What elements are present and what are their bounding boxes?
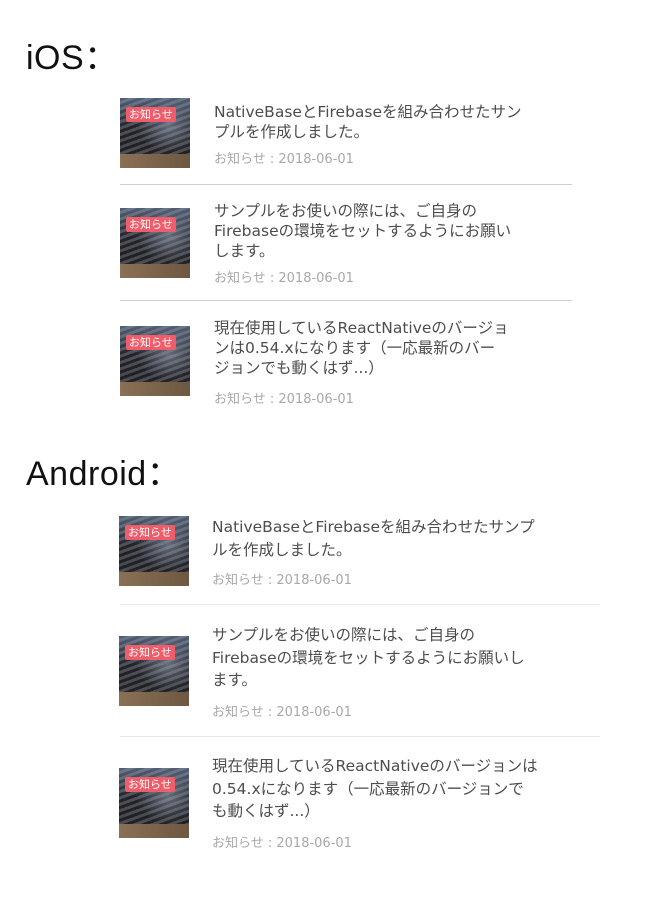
divider — [120, 604, 600, 605]
news-meta: お知らせ : 2018-06-01 — [212, 573, 352, 588]
news-thumbnail: お知らせ — [119, 516, 189, 586]
notice-badge: お知らせ — [125, 777, 175, 792]
news-thumbnail: お知らせ — [120, 208, 190, 278]
news-title: NativeBaseとFirebaseを組み合わせたサン プルを作成しました。 — [214, 103, 522, 141]
ios-section-heading: iOS： — [26, 39, 119, 77]
news-thumbnail: お知らせ — [120, 98, 190, 168]
news-meta: お知らせ : 2018-06-01 — [212, 836, 352, 851]
news-title: サンプルをお使いの際には、ご自身の Firebaseの環境をセットするようにお願… — [214, 202, 512, 260]
news-meta: お知らせ : 2018-06-01 — [214, 152, 354, 167]
news-meta: お知らせ : 2018-06-01 — [212, 705, 352, 720]
news-thumbnail: お知らせ — [119, 768, 189, 838]
news-title: 現在使用しているReactNativeのバージョ ンは0.54.xになります（一… — [214, 319, 509, 377]
news-meta: お知らせ : 2018-06-01 — [214, 271, 354, 286]
divider — [120, 300, 572, 301]
news-thumbnail: お知らせ — [119, 636, 189, 706]
divider — [120, 736, 600, 737]
notice-badge: お知らせ — [125, 645, 175, 660]
news-title: 現在使用しているReactNativeのバージョンは 0.54.xになります（一… — [212, 757, 538, 820]
notice-badge: お知らせ — [125, 525, 175, 540]
notice-badge: お知らせ — [126, 335, 176, 350]
notice-badge: お知らせ — [126, 217, 176, 232]
news-meta: お知らせ : 2018-06-01 — [214, 392, 354, 407]
news-title: サンプルをお使いの際には、ご自身の Firebaseの環境をセットするようにお願… — [212, 626, 525, 689]
news-title: NativeBaseとFirebaseを組み合わせたサンプ ルを作成しました。 — [212, 518, 535, 559]
divider — [120, 184, 572, 185]
news-thumbnail: お知らせ — [120, 326, 190, 396]
android-section-heading: Android： — [26, 455, 182, 493]
notice-badge: お知らせ — [126, 107, 176, 122]
